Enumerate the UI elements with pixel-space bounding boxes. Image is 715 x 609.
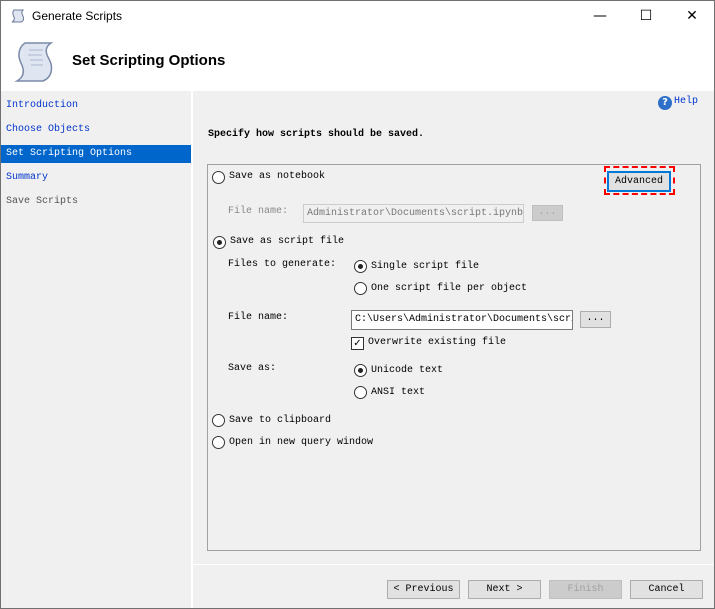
wizard-sidebar: Introduction Choose Objects Set Scriptin…: [1, 91, 193, 608]
script-browse-button[interactable]: ...: [580, 311, 611, 328]
generate-scripts-window: Generate Scripts — ☐ ✕ Set Scripting Opt…: [0, 0, 715, 609]
unicode-text-label[interactable]: Unicode text: [371, 365, 443, 376]
close-button[interactable]: ✕: [669, 5, 715, 27]
save-as-notebook-radio[interactable]: [212, 171, 225, 184]
notebook-file-name-input: Administrator\Documents\script.ipynb: [303, 204, 524, 223]
minimize-button[interactable]: —: [577, 5, 623, 27]
save-as-script-file-label[interactable]: Save as script file: [230, 236, 344, 247]
title-bar: Generate Scripts — ☐ ✕: [1, 1, 714, 32]
single-script-file-label[interactable]: Single script file: [371, 261, 479, 272]
wizard-header: Set Scripting Options: [1, 32, 714, 91]
help-link[interactable]: Help: [674, 96, 698, 107]
save-as-notebook-label[interactable]: Save as notebook: [229, 171, 325, 182]
open-query-window-label[interactable]: Open in new query window: [229, 437, 373, 448]
unicode-text-radio[interactable]: [354, 364, 367, 377]
ansi-text-radio[interactable]: [354, 386, 367, 399]
next-button[interactable]: Next >: [468, 580, 541, 599]
ansi-text-label[interactable]: ANSI text: [371, 387, 425, 398]
advanced-button[interactable]: Advanced: [607, 171, 671, 192]
one-file-per-object-radio[interactable]: [354, 282, 367, 295]
finish-button: Finish: [549, 580, 622, 599]
maximize-button[interactable]: ☐: [623, 5, 669, 27]
save-as-label: Save as:: [228, 363, 277, 374]
single-script-file-radio[interactable]: [354, 260, 367, 273]
script-file-name-input[interactable]: C:\Users\Administrator\Documents\script.…: [351, 310, 573, 330]
cancel-button[interactable]: Cancel: [630, 580, 703, 599]
window-title: Generate Scripts: [32, 9, 123, 23]
files-to-generate-label: Files to generate:: [228, 259, 337, 270]
previous-button[interactable]: < Previous: [387, 580, 460, 599]
sidebar-item-save-scripts: Save Scripts: [6, 196, 79, 207]
save-to-clipboard-radio[interactable]: [212, 414, 225, 427]
notebook-file-name-label: File name:: [228, 206, 289, 217]
one-file-per-object-label[interactable]: One script file per object: [371, 283, 527, 294]
save-to-clipboard-label[interactable]: Save to clipboard: [229, 415, 331, 426]
instruction-text: Specify how scripts should be saved.: [208, 129, 425, 140]
scroll-icon: [14, 42, 54, 82]
script-file-name-label: File name:: [228, 312, 289, 323]
save-as-script-file-radio[interactable]: [213, 236, 226, 249]
footer-divider: [193, 564, 714, 565]
sidebar-item-introduction[interactable]: Introduction: [1, 97, 191, 115]
sidebar-item-choose-objects[interactable]: Choose Objects: [1, 121, 191, 139]
overwrite-checkbox[interactable]: ✓: [351, 337, 364, 350]
open-query-window-radio[interactable]: [212, 436, 225, 449]
help-icon[interactable]: ?: [658, 96, 672, 110]
overwrite-label[interactable]: Overwrite existing file: [368, 337, 506, 348]
sidebar-item-set-scripting-options[interactable]: Set Scripting Options: [1, 145, 191, 163]
sidebar-item-summary[interactable]: Summary: [1, 169, 191, 187]
notebook-browse-button: ...: [532, 205, 563, 221]
page-title: Set Scripting Options: [72, 52, 226, 69]
scroll-icon: [11, 9, 25, 23]
